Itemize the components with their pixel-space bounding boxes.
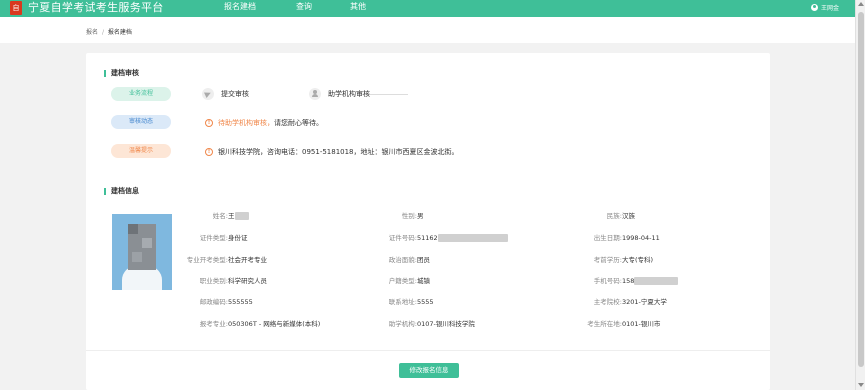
info-field-value: 社会开考专业	[228, 256, 267, 264]
info-field-value: 身份证	[228, 234, 248, 242]
info-field-value: 王	[228, 212, 235, 220]
info-field-value: 51162	[417, 234, 438, 242]
notice-text: 银川科技学院，咨询电话：0951-5181018，地址：银川市西夏区金波北街。	[218, 148, 459, 156]
info-field-label: 证件类型:	[199, 234, 228, 242]
info-field-label: 性别:	[401, 212, 417, 220]
info-field-middle: 性别:男	[369, 211, 424, 221]
warning-icon: !	[205, 119, 213, 127]
info-field-value: 科学研究人员	[228, 277, 267, 285]
info-field-right: 出生日期:1998-04-11	[561, 233, 660, 243]
info-field-right: 考生所在地:0101-银川市	[561, 319, 660, 329]
info-field-label: 邮政编码:	[199, 298, 228, 306]
edit-registration-button[interactable]: 修改报名信息	[399, 363, 459, 378]
status-pill: 审核动态	[111, 115, 171, 129]
main-card: 建档审核 业务流程 提交审核 助学机构审核 审核动态 ! 待助学机构审核， 请您…	[86, 53, 770, 390]
info-field-right: 主考院校:3201-宁夏大学	[561, 297, 667, 307]
info-field-label: 证件号码:	[388, 234, 417, 242]
scroll-up-arrow-icon[interactable]	[858, 2, 864, 6]
info-field-value: 汉族	[622, 212, 635, 220]
info-field-label: 联系地址:	[388, 298, 417, 306]
info-field-value: 男	[417, 212, 424, 220]
notice-note: ! 银川科技学院，咨询电话：0951-5181018，地址：银川市西夏区金波北街…	[205, 147, 459, 157]
status-text: 请您耐心等待。	[274, 119, 323, 127]
info-field-left: 报考专业:050306T - 网络与新媒体(本科)	[174, 319, 321, 329]
info-field-label: 政治面貌:	[388, 256, 417, 264]
info-field-label: 民族:	[606, 212, 622, 220]
info-field-right: 民族:汉族	[561, 211, 635, 221]
breadcrumb-root[interactable]: 报名	[86, 29, 98, 36]
info-field-value: 大专(专科)	[622, 256, 654, 264]
user-menu[interactable]: 王网金	[810, 3, 839, 12]
top-navbar: 自考 宁夏自学考试考生服务平台 报名建档 查询 其他 王网金	[0, 0, 855, 26]
info-field-label: 户籍类型:	[388, 277, 417, 285]
site-logo: 自考	[10, 1, 22, 26]
nav-item-register[interactable]: 报名建档	[224, 0, 256, 17]
breadcrumb-separator: /	[101, 29, 104, 36]
redacted-value	[234, 212, 249, 220]
step-agency-label: 助学机构审核	[328, 90, 370, 98]
breadcrumb: 报名 / 报名建档	[86, 27, 132, 36]
info-field-label: 报考专业:	[199, 320, 228, 328]
flow-pill: 业务流程	[111, 87, 171, 101]
info-field-value: 5555	[417, 298, 434, 306]
info-field-middle: 证件号码:51162	[369, 233, 508, 243]
divider	[86, 350, 770, 351]
notice-pill: 温馨提示	[111, 144, 171, 158]
info-field-value: 1998-04-11	[622, 234, 660, 242]
info-field-value: 团员	[417, 256, 430, 264]
person-icon	[309, 88, 321, 100]
section-title-info: 建档信息	[104, 188, 139, 195]
info-field-value: 158	[622, 277, 635, 285]
info-field-label: 考前学历:	[593, 256, 622, 264]
info-field-middle: 政治面貌:团员	[369, 255, 430, 265]
info-field-label: 助学机构:	[388, 320, 417, 328]
info-field-label: 主考院校:	[593, 298, 622, 306]
info-field-label: 手机号码:	[593, 277, 622, 285]
breadcrumb-bar: 报名 / 报名建档	[0, 17, 855, 43]
info-icon: !	[205, 148, 213, 156]
info-field-left: 职业类别:科学研究人员	[174, 276, 267, 286]
info-field-value: 0107-银川科技学院	[417, 320, 475, 328]
section-title-review: 建档审核	[104, 70, 139, 77]
step-submit-label: 提交审核	[221, 90, 249, 98]
step-submit: 提交审核	[202, 88, 249, 100]
info-field-middle: 联系地址:5555	[369, 297, 434, 307]
info-field-value: 555555	[228, 298, 253, 306]
info-field-value: 050306T - 网络与新媒体(本科)	[228, 320, 321, 328]
info-field-left: 邮政编码:555555	[174, 297, 253, 307]
step-agency-review: 助学机构审核	[309, 88, 370, 100]
scroll-thumb[interactable]	[858, 12, 864, 367]
nav-item-query[interactable]: 查询	[296, 0, 312, 17]
send-icon	[202, 88, 214, 100]
info-field-right: 手机号码:158	[561, 276, 679, 286]
nav-item-other[interactable]: 其他	[350, 0, 366, 17]
redacted-value	[634, 277, 679, 285]
info-field-left: 证件类型:身份证	[174, 233, 248, 243]
info-field-label: 出生日期:	[593, 234, 622, 242]
info-field-label: 职业类别:	[199, 277, 228, 285]
applicant-photo	[112, 214, 172, 290]
scrollbar[interactable]	[855, 0, 865, 390]
breadcrumb-current: 报名建档	[107, 29, 132, 36]
scroll-down-arrow-icon[interactable]	[858, 383, 864, 387]
info-field-value: 3201-宁夏大学	[622, 298, 667, 306]
user-icon	[810, 4, 818, 11]
info-field-value: 城镇	[417, 277, 430, 285]
info-field-label: 考生所在地:	[587, 320, 622, 328]
info-field-left: 姓名:王	[174, 211, 249, 221]
status-highlight: 待助学机构审核，	[218, 119, 274, 127]
info-field-left: 专业开考类型:社会开考专业	[174, 255, 267, 265]
info-field-value: 0101-银川市	[622, 320, 661, 328]
site-title: 宁夏自学考试考生服务平台	[28, 1, 164, 14]
info-field-label: 姓名:	[212, 212, 228, 220]
info-field-middle: 助学机构:0107-银川科技学院	[369, 319, 475, 329]
info-field-label: 专业开考类型:	[186, 256, 228, 264]
status-note: ! 待助学机构审核， 请您耐心等待。	[205, 118, 323, 128]
user-name: 王网金	[820, 5, 839, 12]
info-field-right: 考前学历:大专(专科)	[561, 255, 653, 265]
info-field-middle: 户籍类型:城镇	[369, 276, 430, 286]
redacted-value	[437, 234, 508, 242]
